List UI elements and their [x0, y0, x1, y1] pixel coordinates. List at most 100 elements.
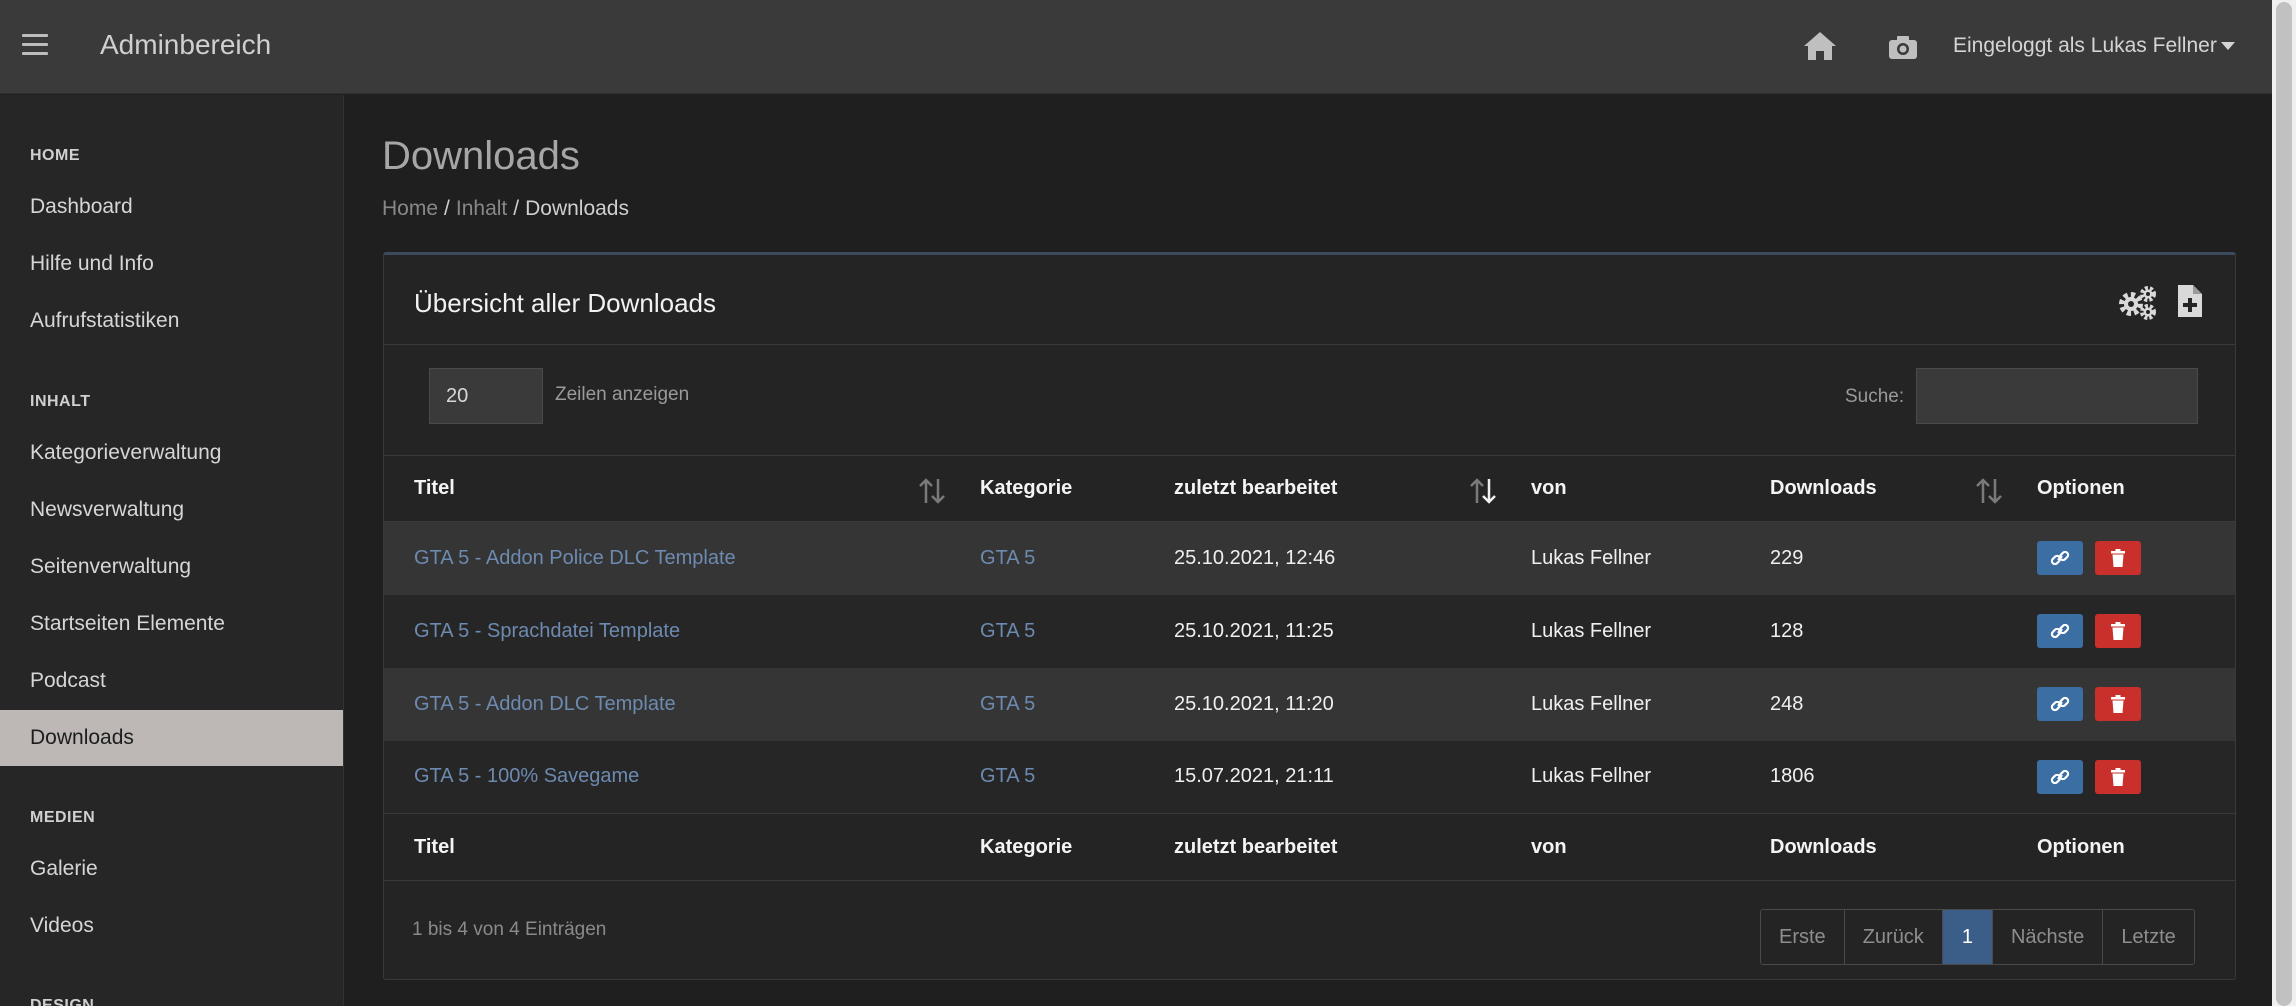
sidebar-item-seitenverwaltung[interactable]: Seitenverwaltung	[0, 539, 343, 595]
copy-link-button[interactable]	[2037, 687, 2083, 721]
footer-col-downloads: Downloads	[1740, 813, 2007, 881]
cell-edited: 25.10.2021, 11:25	[1174, 619, 1334, 642]
menu-icon[interactable]	[22, 34, 48, 58]
cell-author: Lukas Fellner	[1531, 692, 1652, 715]
sidebar-item-downloads[interactable]: Downloads	[0, 710, 343, 766]
footer-col-titel: Titel	[384, 813, 950, 881]
footer-col-zuletzt-bearbeitet: zuletzt bearbeitet	[1144, 813, 1501, 881]
top-navbar: Adminbereich Eingeloggt als Lukas Fellne…	[0, 0, 2272, 94]
table-info: 1 bis 4 von 4 Einträgen	[412, 919, 607, 940]
col-header-titel[interactable]: Titel	[384, 455, 950, 522]
footer-col-kategorie: Kategorie	[950, 813, 1144, 881]
gears-icon[interactable]	[2117, 285, 2157, 321]
breadcrumb-inhalt[interactable]: Inhalt	[456, 197, 507, 220]
cell-options	[2007, 595, 2235, 668]
delete-button[interactable]	[2095, 759, 2141, 794]
footer-col-von: von	[1501, 813, 1740, 881]
rows-per-page-select[interactable]: 20	[429, 368, 543, 424]
sidebar-item-newsverwaltung[interactable]: Newsverwaltung	[0, 482, 343, 538]
trash-icon	[2111, 695, 2125, 713]
col-header-von[interactable]: von	[1501, 455, 1740, 522]
user-label: Eingeloggt als Lukas Fellner	[1953, 34, 2217, 57]
breadcrumb: Home / Inhalt / Downloads	[382, 197, 629, 221]
file-plus-icon[interactable]	[2176, 283, 2204, 319]
col-header-label: Downloads	[1770, 477, 1877, 499]
cell-options	[2007, 668, 2235, 741]
cell-edited: 15.07.2021, 21:11	[1174, 765, 1334, 788]
sidebar-item-videos[interactable]: Videos	[0, 898, 343, 954]
page-prev-button[interactable]: Zurück	[1844, 910, 1943, 964]
cell-title-link[interactable]: GTA 5 - Sprachdatei Template	[384, 595, 950, 668]
page-1-button[interactable]: 1	[1942, 910, 1993, 964]
delete-button[interactable]	[2095, 541, 2141, 576]
copy-link-button[interactable]	[2037, 541, 2083, 576]
sidebar-item-hilfe[interactable]: Hilfe und Info	[0, 236, 343, 292]
breadcrumb-current: Downloads	[525, 197, 629, 220]
card-title: Übersicht aller Downloads	[414, 288, 717, 318]
delete-button[interactable]	[2095, 614, 2141, 648]
footer-col-optionen: Optionen	[2007, 813, 2235, 881]
sidebar-item-podcast[interactable]: Podcast	[0, 653, 343, 709]
link-icon	[2050, 696, 2070, 712]
page-next-button[interactable]: Nächste	[1992, 910, 2104, 964]
breadcrumb-separator: /	[444, 197, 450, 220]
cell-author: Lukas Fellner	[1531, 619, 1652, 642]
cell-downloads: 128	[1770, 619, 1804, 642]
cell-title-link[interactable]: GTA 5 - Addon Police DLC Template	[384, 522, 950, 595]
user-dropdown[interactable]: Eingeloggt als Lukas Fellner	[1953, 34, 2235, 58]
link-icon	[2050, 769, 2070, 784]
pagination: Erste Zurück 1 Nächste Letzte	[1760, 909, 2195, 965]
sidebar-item-dashboard[interactable]: Dashboard	[0, 179, 343, 235]
cell-category-link[interactable]: GTA 5	[950, 741, 1144, 814]
sort-icon[interactable]	[916, 477, 948, 505]
breadcrumb-separator: /	[513, 197, 520, 220]
breadcrumb-home[interactable]: Home	[382, 197, 438, 220]
home-icon[interactable]	[1802, 30, 1838, 62]
cell-options	[2007, 741, 2235, 814]
sort-desc-icon[interactable]	[1467, 477, 1499, 505]
cell-category-link[interactable]: GTA 5	[950, 668, 1144, 741]
trash-icon	[2111, 622, 2125, 640]
downloads-card: Übersicht aller Downloads 20 Zeilen anze…	[383, 252, 2236, 980]
copy-link-button[interactable]	[2037, 759, 2083, 794]
table-row: GTA 5 - Sprachdatei Template GTA 5 25.10…	[384, 594, 2235, 668]
page-scrollbar[interactable]	[2272, 0, 2296, 1006]
page-last-button[interactable]: Letzte	[2103, 910, 2194, 964]
caret-down-icon	[2220, 42, 2235, 51]
camera-icon[interactable]	[1888, 33, 1918, 61]
trash-icon	[2111, 549, 2125, 568]
sidebar: HOME Dashboard Hilfe und Info Aufrufstat…	[0, 95, 344, 1006]
link-icon	[2050, 623, 2070, 639]
sidebar-section-medien: MEDIEN	[30, 809, 96, 826]
cell-category-link[interactable]: GTA 5	[950, 595, 1144, 668]
sidebar-section-home: HOME	[30, 147, 80, 164]
cell-downloads: 1806	[1770, 765, 1815, 788]
search-label: Suche:	[1845, 386, 1905, 407]
cell-edited: 25.10.2021, 12:46	[1174, 546, 1336, 569]
sidebar-item-startseiten-elemente[interactable]: Startseiten Elemente	[0, 596, 343, 652]
delete-button[interactable]	[2095, 687, 2141, 721]
cell-options	[2007, 522, 2235, 595]
scrollbar-thumb[interactable]	[2276, 2, 2292, 1006]
col-header-zuletzt-bearbeitet[interactable]: zuletzt bearbeitet	[1144, 455, 1501, 522]
table-header-row: Titel Kategorie zuletzt bearbeitet von D…	[384, 455, 2235, 522]
copy-link-button[interactable]	[2037, 614, 2083, 648]
cell-title-link[interactable]: GTA 5 - 100% Savegame	[384, 741, 950, 814]
table-row: GTA 5 - Addon Police DLC Template GTA 5 …	[384, 521, 2235, 595]
sort-icon[interactable]	[1973, 477, 2005, 505]
cell-category-link[interactable]: GTA 5	[950, 522, 1144, 595]
cell-downloads: 229	[1770, 546, 1804, 569]
cell-downloads: 248	[1770, 692, 1804, 715]
col-header-downloads[interactable]: Downloads	[1740, 455, 2007, 522]
col-header-kategorie[interactable]: Kategorie	[950, 455, 1144, 522]
sidebar-item-kategorieverwaltung[interactable]: Kategorieverwaltung	[0, 425, 343, 481]
page-first-button[interactable]: Erste	[1761, 910, 1845, 964]
page-title: Downloads	[382, 134, 580, 178]
cell-title-link[interactable]: GTA 5 - Addon DLC Template	[384, 668, 950, 741]
sidebar-item-aufrufstatistiken[interactable]: Aufrufstatistiken	[0, 293, 343, 349]
cell-author: Lukas Fellner	[1531, 765, 1652, 788]
search-input[interactable]	[1916, 368, 2198, 424]
rows-per-page-label: Zeilen anzeigen	[555, 384, 690, 405]
cell-author: Lukas Fellner	[1531, 546, 1652, 569]
sidebar-item-galerie[interactable]: Galerie	[0, 841, 343, 897]
